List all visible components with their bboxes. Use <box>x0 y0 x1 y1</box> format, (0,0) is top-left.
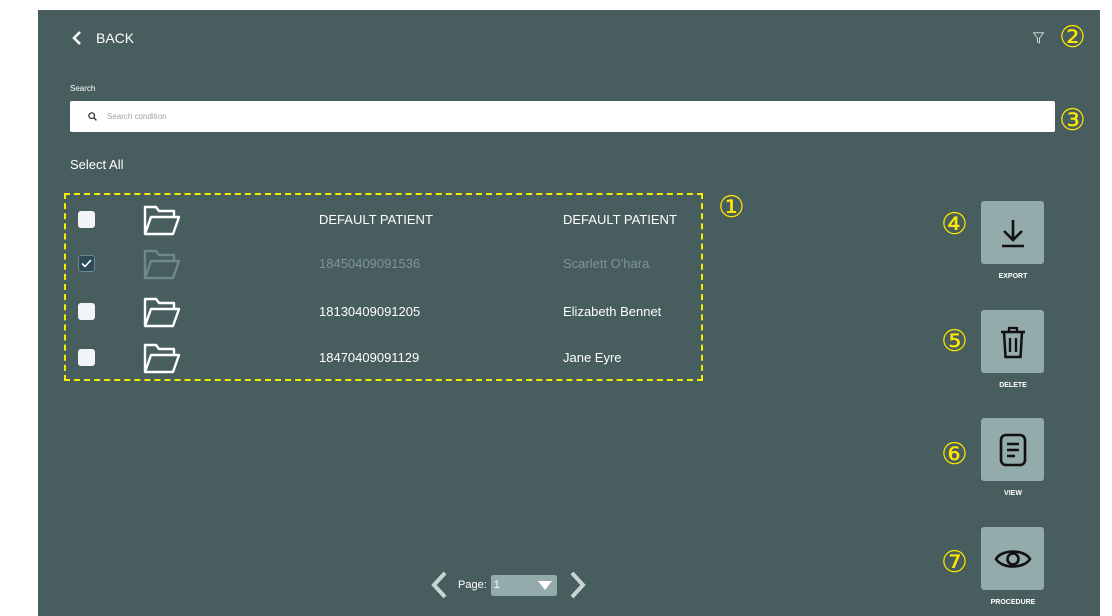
search-input[interactable] <box>105 111 1009 122</box>
marker-7: ⑦ <box>941 545 968 580</box>
procedure-button[interactable] <box>981 527 1044 590</box>
previous-page-icon[interactable] <box>430 571 448 599</box>
delete-label: DELETE <box>999 382 1027 389</box>
chevron-left-icon <box>72 31 81 45</box>
marker-6: ⑥ <box>941 437 968 472</box>
folder-icon <box>142 247 182 286</box>
marker-1: ① <box>718 190 745 225</box>
row-checkbox[interactable] <box>78 211 95 228</box>
back-button[interactable]: BACK <box>72 30 134 46</box>
pagination: Page: 1 <box>430 571 587 599</box>
trash-icon <box>1000 326 1025 358</box>
select-all-button[interactable]: Select All <box>70 157 123 172</box>
page-label: Page: <box>458 579 487 591</box>
marker-5: ⑤ <box>941 324 968 359</box>
eye-icon <box>993 549 1032 568</box>
patient-id: DEFAULT PATIENT <box>319 212 433 227</box>
patient-name: Scarlett O'hara <box>563 256 650 271</box>
patient-id: 18130409091205 <box>319 304 421 319</box>
patient-row[interactable]: 18450409091536 Scarlett O'hara <box>64 240 703 288</box>
page-select[interactable]: 1 <box>490 574 557 596</box>
patient-name: Jane Eyre <box>563 350 622 365</box>
search-label: Search <box>70 84 96 93</box>
filter-button[interactable] <box>1032 31 1045 49</box>
caret-down-icon <box>537 580 552 590</box>
patient-row[interactable]: 18130409091205 Elizabeth Bennet <box>64 288 703 336</box>
row-checkbox[interactable] <box>78 255 95 272</box>
folder-icon <box>142 203 182 242</box>
checkmark-icon <box>81 259 92 268</box>
marker-4: ④ <box>941 207 968 242</box>
patient-id: 18470409091129 <box>319 350 420 365</box>
patient-name: Elizabeth Bennet <box>563 304 662 319</box>
screen: BACK ② Search ③ Select All ① DEFAULT PAT… <box>0 0 1112 616</box>
next-page-icon[interactable] <box>569 571 587 599</box>
back-label: BACK <box>96 30 135 46</box>
patient-row[interactable]: DEFAULT PATIENT DEFAULT PATIENT <box>64 196 703 244</box>
patient-row[interactable]: 18470409091129 Jane Eyre <box>64 334 703 382</box>
patient-id: 18450409091536 <box>319 256 421 271</box>
folder-icon <box>142 295 182 334</box>
search-bar <box>70 101 1055 132</box>
export-label: EXPORT <box>998 273 1028 280</box>
marker-3: ③ <box>1059 103 1086 138</box>
view-button[interactable] <box>981 418 1044 481</box>
patient-name: DEFAULT PATIENT <box>563 212 677 227</box>
row-checkbox[interactable] <box>78 303 95 320</box>
delete-button[interactable] <box>981 310 1044 373</box>
patient-rows: DEFAULT PATIENT DEFAULT PATIENT 1845040909… <box>64 193 703 381</box>
folder-icon <box>142 341 182 380</box>
download-icon <box>1001 219 1024 247</box>
marker-2: ② <box>1059 20 1086 55</box>
export-button[interactable] <box>981 201 1044 264</box>
page-select-value: 1 <box>493 579 500 591</box>
view-label: VIEW <box>1004 490 1022 497</box>
search-icon <box>88 112 97 121</box>
document-icon <box>999 433 1026 466</box>
row-checkbox[interactable] <box>78 349 95 366</box>
filter-icon <box>1032 32 1045 44</box>
procedure-label: PROCEDURE <box>990 599 1036 606</box>
